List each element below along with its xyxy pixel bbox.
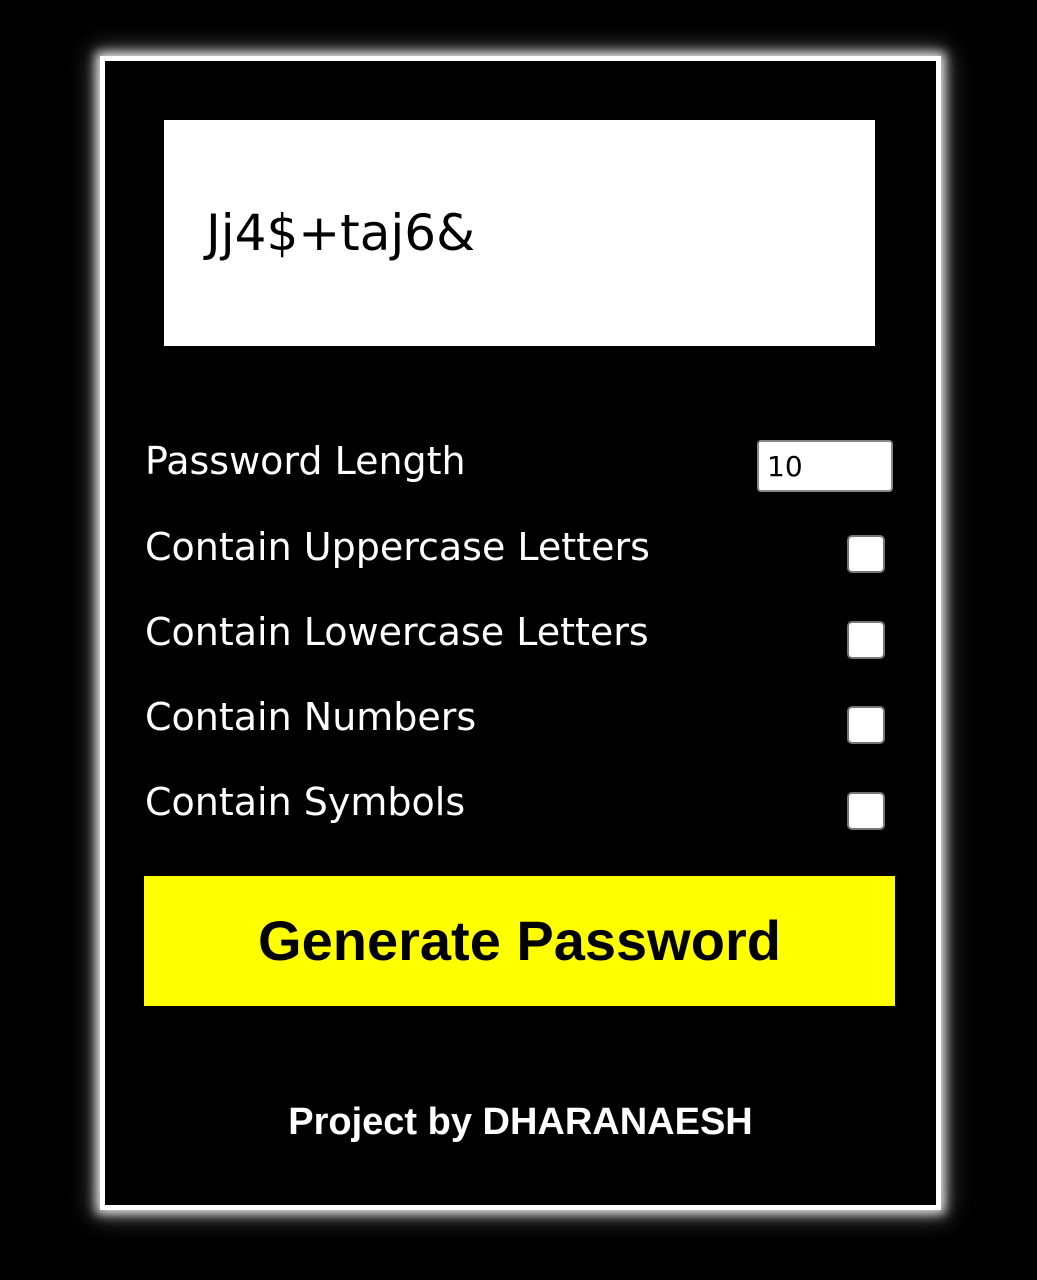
password-generator-panel: Jj4$+taj6& Password Length Contain Upper… <box>100 56 941 1210</box>
lowercase-label: Contain Lowercase Letters <box>145 610 649 654</box>
password-length-input[interactable] <box>757 440 893 492</box>
lowercase-checkbox[interactable] <box>847 621 885 659</box>
password-length-label: Password Length <box>145 439 466 483</box>
symbols-label: Contain Symbols <box>145 780 466 824</box>
uppercase-label: Contain Uppercase Letters <box>145 525 650 569</box>
password-result-box[interactable]: Jj4$+taj6& <box>164 120 875 346</box>
numbers-checkbox[interactable] <box>847 706 885 744</box>
footer-credit: Project by DHARANAESH <box>288 1101 753 1143</box>
numbers-label: Contain Numbers <box>145 695 477 739</box>
symbols-checkbox[interactable] <box>847 792 885 830</box>
generated-password: Jj4$+taj6& <box>206 204 476 262</box>
uppercase-checkbox[interactable] <box>847 535 885 573</box>
generate-password-button[interactable]: Generate Password <box>144 876 895 1006</box>
